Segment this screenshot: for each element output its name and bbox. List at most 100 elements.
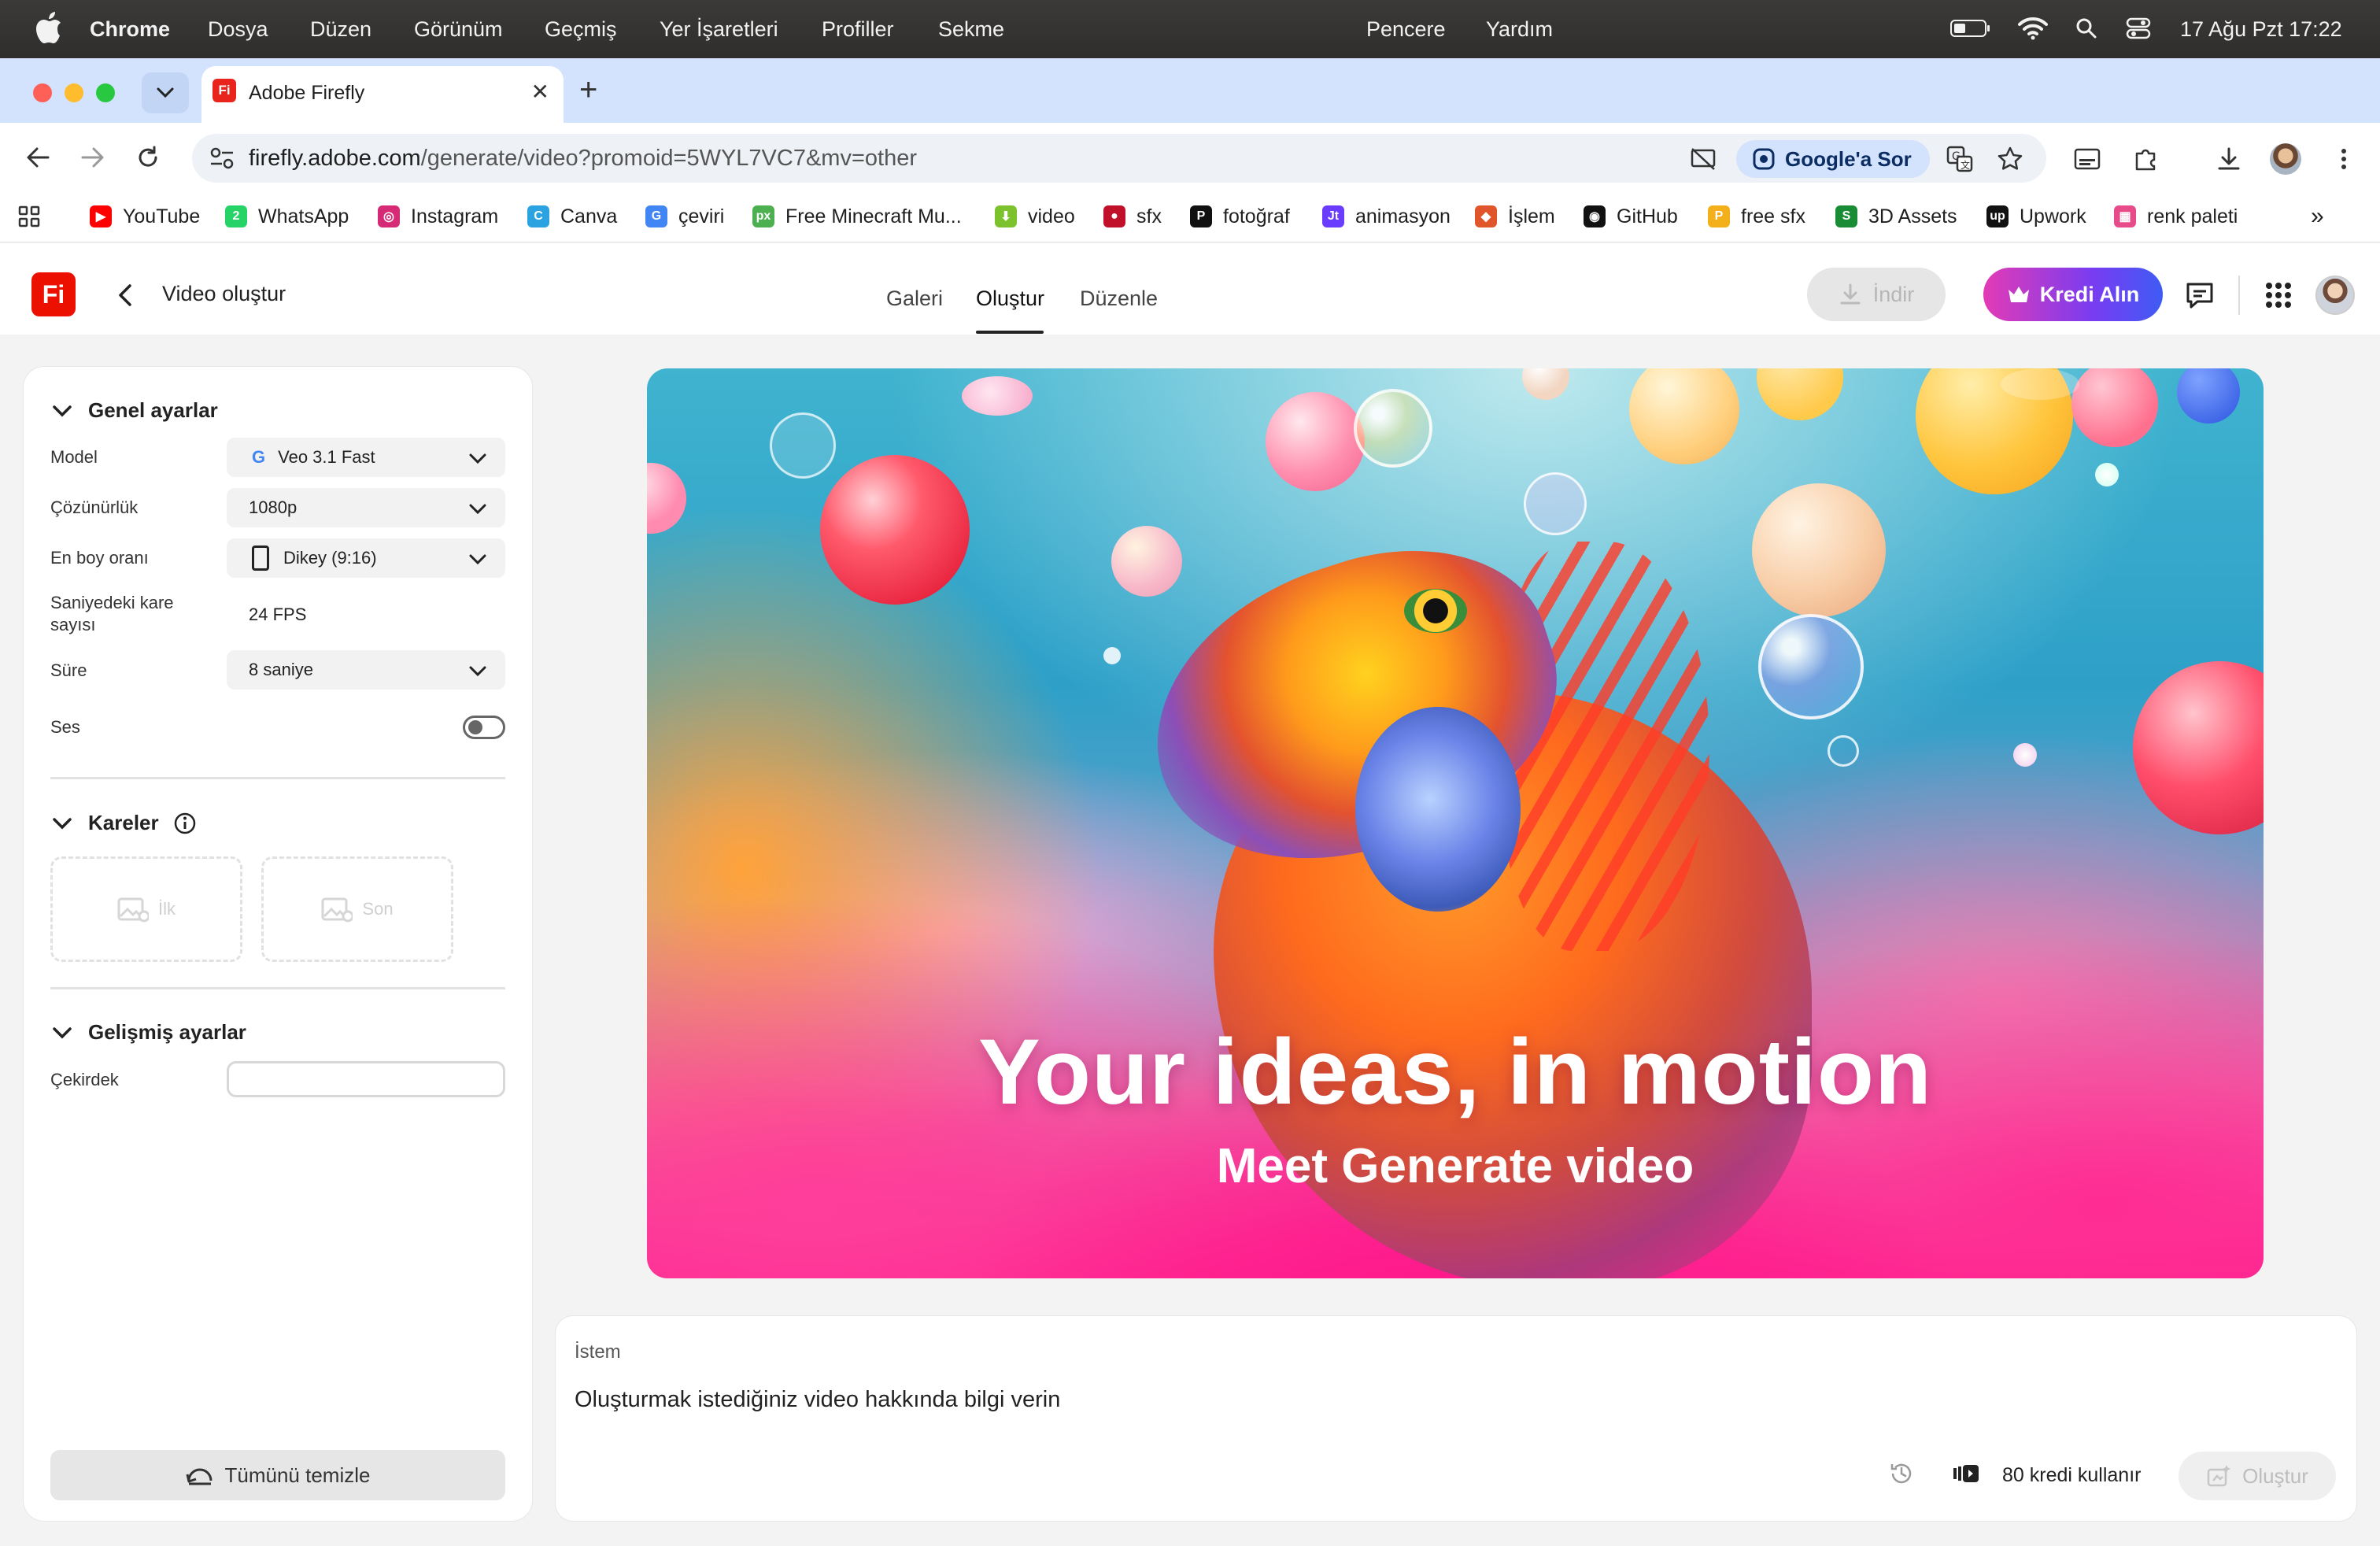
prompt-input[interactable]: Oluşturmak istediğiniz video hakkında bi… <box>575 1387 1060 1413</box>
tab-search-button[interactable] <box>142 72 189 113</box>
bookmark-favicon-icon: ⬇ <box>995 205 1017 227</box>
frames-header[interactable]: Kareler <box>50 811 197 835</box>
battery-icon[interactable] <box>1949 11 1993 46</box>
svg-text:文: 文 <box>1961 159 1970 171</box>
menu-tab[interactable]: Sekme <box>938 17 1004 42</box>
bookmark-item[interactable]: Gçeviri <box>645 203 724 230</box>
menu-profiles[interactable]: Profiller <box>822 17 894 42</box>
apps-grid-icon[interactable] <box>17 203 41 230</box>
apple-icon[interactable] <box>35 11 63 44</box>
minimize-window-button[interactable] <box>65 83 83 102</box>
extensions-puzzle-icon[interactable] <box>2128 142 2163 176</box>
ask-google-label: Google'a Sor <box>1785 146 1912 171</box>
tab-generate[interactable]: Oluştur <box>976 287 1044 311</box>
bookmark-star-icon[interactable] <box>1993 142 2027 176</box>
apps-switcher-icon[interactable] <box>2260 277 2297 313</box>
translate-icon[interactable]: G文 <box>1942 142 1977 176</box>
generate-label: Oluştur <box>2242 1463 2308 1488</box>
close-tab-icon[interactable]: ✕ <box>531 79 549 105</box>
generate-button[interactable]: Oluştur <box>2179 1452 2336 1500</box>
duration-label: Süre <box>50 660 87 680</box>
wifi-icon[interactable] <box>2013 11 2053 46</box>
seed-input[interactable] <box>227 1061 505 1097</box>
bookmark-item[interactable]: ◆ İşlem <box>1475 203 1555 230</box>
back-arrow-icon[interactable] <box>20 140 55 175</box>
tab-gallery[interactable]: Galeri <box>886 287 943 311</box>
bookmark-favicon-icon: C <box>527 205 549 227</box>
download-button[interactable]: İndir <box>1807 268 1946 321</box>
forward-arrow-icon[interactable] <box>76 140 110 175</box>
bubble <box>1103 647 1121 664</box>
bookmark-item[interactable]: ▶ YouTube <box>90 203 200 230</box>
download-label: İndir <box>1872 282 1915 306</box>
last-frame-upload[interactable]: Son <box>261 856 453 962</box>
feedback-chat-icon[interactable] <box>2182 277 2218 313</box>
get-credits-button[interactable]: Kredi Alın <box>1983 268 2163 321</box>
browser-tab-active[interactable]: Fi Adobe Firefly ✕ <box>201 66 564 123</box>
bubble <box>1524 472 1587 535</box>
bookmark-item[interactable]: ● sfx <box>1103 203 1162 230</box>
cast-off-icon[interactable] <box>1686 142 1720 176</box>
chrome-menu-icon[interactable] <box>2326 142 2361 176</box>
duration-dropdown[interactable]: 8 saniye <box>227 650 505 690</box>
adobe-firefly-logo[interactable]: Fi <box>31 272 76 316</box>
close-window-button[interactable] <box>33 83 52 102</box>
general-settings-header[interactable]: Genel ayarlar <box>50 398 218 423</box>
bubble <box>1354 389 1432 468</box>
bookmark-item[interactable]: ▦ renk paleti <box>2114 203 2238 230</box>
bookmark-item[interactable]: Jt animasyon <box>1322 203 1451 230</box>
generate-sparkle-icon <box>2207 1465 2231 1487</box>
tab-edit[interactable]: Düzenle <box>1080 287 1158 311</box>
prompt-box[interactable]: İstem Oluşturmak istediğiniz video hakkı… <box>556 1316 2356 1521</box>
menu-window[interactable]: Pencere <box>1366 17 1446 42</box>
bookmark-label: 3D Assets <box>1868 205 1957 227</box>
bookmark-item[interactable]: px Free Minecraft Mu... <box>752 203 962 230</box>
model-dropdown[interactable]: G Veo 3.1 Fast <box>227 438 505 477</box>
bookmark-item[interactable]: C Canva <box>527 203 617 230</box>
bookmark-item[interactable]: ⬇ video <box>995 203 1075 230</box>
chevron-down-icon <box>469 554 486 565</box>
url-text[interactable]: firefly.adobe.com/generate/video?promoid… <box>249 146 917 172</box>
info-icon[interactable] <box>173 812 197 835</box>
site-info-icon[interactable] <box>209 146 235 170</box>
menu-edit[interactable]: Düzen <box>310 17 371 42</box>
profile-avatar-icon[interactable] <box>2268 142 2303 176</box>
menu-file[interactable]: Dosya <box>208 17 268 42</box>
spotlight-search-icon[interactable] <box>2068 11 2105 46</box>
resolution-label: Çözünürlük <box>50 497 139 517</box>
bookmark-item[interactable]: Pfree sfx <box>1708 203 1805 230</box>
menu-view[interactable]: Görünüm <box>414 17 503 42</box>
advanced-settings-header[interactable]: Gelişmiş ayarlar <box>50 1020 246 1045</box>
new-tab-plus-icon[interactable]: + <box>579 74 597 105</box>
bookmark-item[interactable]: 2 WhatsApp <box>225 203 349 230</box>
clock[interactable]: 17 Ağu Pzt 17:22 <box>2180 17 2342 42</box>
clear-all-button[interactable]: Tümünü temizle <box>50 1450 505 1500</box>
first-frame-upload[interactable]: İlk <box>50 856 242 962</box>
bookmark-item[interactable]: Pfotoğraf <box>1190 203 1290 230</box>
bookmark-item[interactable]: ◎ Instagram <box>378 203 498 230</box>
ask-google-button[interactable]: Google'a Sor <box>1736 140 1930 178</box>
menu-history[interactable]: Geçmiş <box>545 17 617 42</box>
more-bookmarks-chevron-icon[interactable]: » <box>2311 203 2324 230</box>
audio-toggle[interactable] <box>463 716 505 739</box>
control-center-icon[interactable] <box>2120 11 2156 46</box>
bookmark-favicon-icon: ▶ <box>90 205 112 227</box>
aspect-ratio-dropdown[interactable]: Dikey (9:16) <box>227 538 505 578</box>
bookmark-item[interactable]: ◉ GitHub <box>1584 203 1678 230</box>
maximize-window-button[interactable] <box>96 83 115 102</box>
menu-app-chrome[interactable]: Chrome <box>90 17 170 42</box>
aspect-ratio-label: En boy oranı <box>50 548 149 568</box>
resolution-dropdown[interactable]: 1080p <box>227 488 505 527</box>
menu-bookmarks[interactable]: Yer İşaretleri <box>660 17 778 42</box>
history-icon[interactable] <box>1886 1458 1917 1489</box>
bookmark-item[interactable]: up Upwork <box>1986 203 2086 230</box>
downloads-icon[interactable] <box>2212 142 2246 176</box>
reading-mode-icon[interactable] <box>2070 142 2105 176</box>
user-avatar[interactable] <box>2315 276 2355 315</box>
bookmark-item[interactable]: S 3D Assets <box>1835 203 1957 230</box>
reset-icon <box>186 1468 213 1485</box>
reload-icon[interactable] <box>131 140 165 175</box>
bookmark-favicon-icon: 2 <box>225 205 247 227</box>
menu-help[interactable]: Yardım <box>1486 17 1553 42</box>
back-chevron-icon[interactable] <box>110 279 142 311</box>
